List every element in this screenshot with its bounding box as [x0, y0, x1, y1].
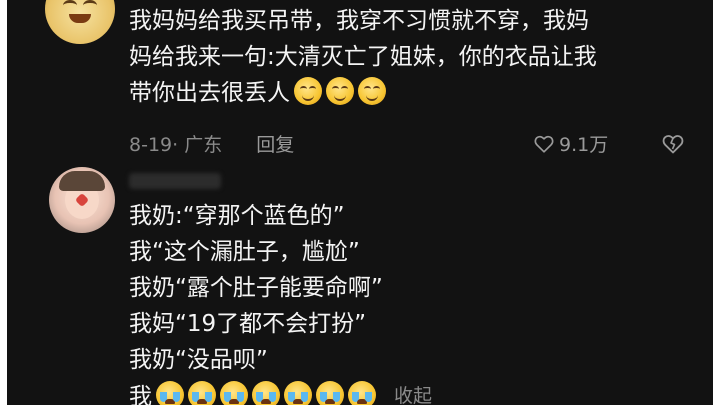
comment-line: 带你出去很丢人	[129, 75, 597, 111]
smile-emoji-icon	[294, 77, 322, 105]
username-blurred[interactable]	[129, 173, 221, 189]
comment-line-text: 我	[129, 384, 152, 405]
comment-line: 我奶“没品呗”	[129, 347, 268, 373]
comment-line: 我妈“19了都不会打扮”	[129, 311, 367, 337]
comment-line-text: 带你出去很丢人	[129, 80, 290, 106]
like-button[interactable]: 9.1万	[533, 130, 608, 157]
crying-emoji-icon	[252, 381, 280, 405]
reply-button[interactable]: 回复	[256, 134, 294, 156]
crying-emoji-icon	[284, 381, 312, 405]
user-avatar[interactable]	[45, 0, 115, 44]
dislike-icon[interactable]	[661, 132, 685, 156]
avatar-eye	[63, 0, 77, 11]
comment-body[interactable]: 我妈妈给我买吊带，我穿不习惯就不穿，我妈 妈给我来一句:大清灭亡了姐妹，你的衣品…	[129, 3, 597, 111]
avatar-mouth	[69, 14, 91, 23]
collapse-button[interactable]: 收起	[394, 378, 432, 405]
smile-emoji-icon	[326, 77, 354, 105]
crying-emoji-icon	[220, 381, 248, 405]
crying-emoji-icon	[316, 381, 344, 405]
comment-line: 我 收起	[129, 378, 432, 405]
comment-line: 妈给我来一句:大清灭亡了姐妹，你的衣品让我	[129, 44, 597, 70]
user-avatar[interactable]	[49, 167, 115, 233]
heart-icon	[534, 135, 554, 153]
smile-emoji-icon	[358, 77, 386, 105]
crying-emoji-icon	[188, 381, 216, 405]
crying-emoji-icon	[156, 381, 184, 405]
comment-date: 8-19	[129, 134, 173, 156]
comment-line: 我奶“露个肚子能要命啊”	[129, 275, 383, 301]
avatar-hair	[59, 171, 105, 191]
comment-meta: 8-19· 广东 回复	[129, 130, 294, 157]
comment-line: 我“这个漏肚子，尴尬”	[129, 239, 360, 265]
comment-location: · 广东	[172, 134, 223, 156]
comment-feed: 我妈妈给我买吊带，我穿不习惯就不穿，我妈 妈给我来一句:大清灭亡了姐妹，你的衣品…	[7, 0, 713, 405]
comment-body[interactable]: 我奶:“穿那个蓝色的” 我“这个漏肚子，尴尬” 我奶“露个肚子能要命啊” 我妈“…	[129, 198, 432, 405]
crying-emoji-icon	[348, 381, 376, 405]
comment-line: 我妈妈给我买吊带，我穿不习惯就不穿，我妈	[129, 8, 589, 34]
avatar-eye	[83, 0, 97, 11]
like-count: 9.1万	[559, 134, 609, 156]
comment-line: 我奶:“穿那个蓝色的”	[129, 203, 345, 229]
